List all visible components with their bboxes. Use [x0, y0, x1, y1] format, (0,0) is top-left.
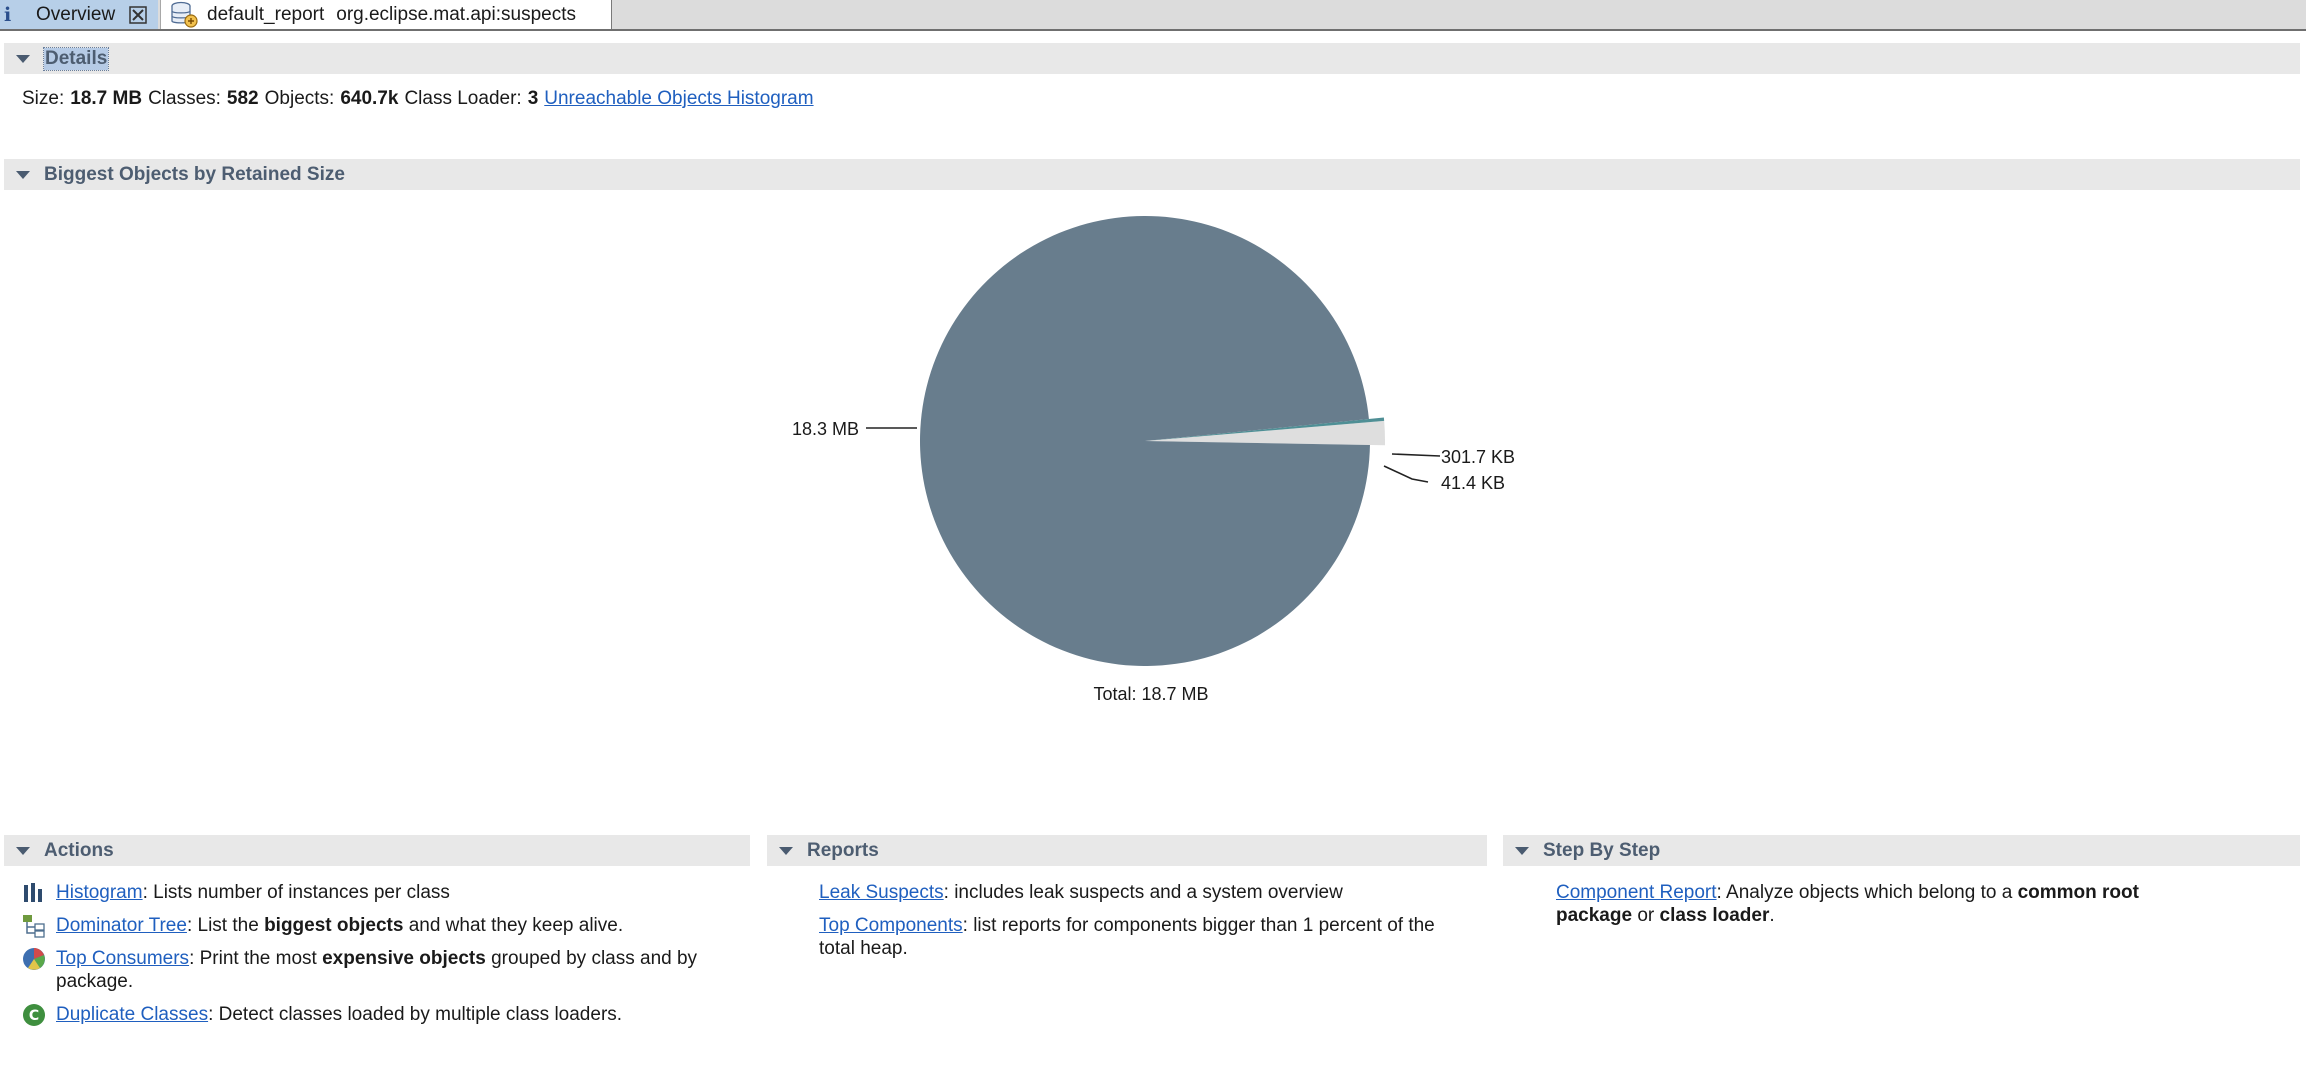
classloader-value: 3	[527, 88, 539, 109]
component-desc-b: or	[1632, 905, 1660, 926]
collapse-triangle-icon[interactable]	[1515, 846, 1529, 855]
details-section-header[interactable]: Details	[4, 43, 2300, 74]
database-report-icon	[171, 1, 198, 28]
collapse-triangle-icon[interactable]	[779, 846, 793, 855]
pie-label-301-7kb: 301.7 KB	[1441, 447, 1515, 467]
tab-report-name: default_report	[207, 3, 325, 25]
actions-section-header[interactable]: Actions	[4, 835, 750, 866]
actions-panel: Histogram: Lists number of instances per…	[22, 881, 722, 1031]
tab-overview[interactable]: i Overview	[0, 0, 158, 29]
svg-text:C: C	[29, 1008, 39, 1024]
step-by-step-title: Step By Step	[1543, 839, 1661, 861]
objects-value: 640.7k	[340, 88, 399, 109]
leader-line-small	[1383, 465, 1429, 483]
step-by-step-section-header[interactable]: Step By Step	[1503, 835, 2300, 866]
tab-overview-label: Overview	[36, 3, 116, 25]
retained-size-pie-chart: 18.3 MB 301.7 KB 41.4 KB Total: 18.7 MB	[792, 216, 1515, 704]
duplicate-desc: : Detect classes loaded by multiple clas…	[208, 1004, 623, 1025]
pie-total-label: Total: 18.7 MB	[1093, 684, 1208, 704]
pie-label-41-4kb: 41.4 KB	[1441, 473, 1505, 493]
dominator-tree-link[interactable]: Dominator Tree	[56, 915, 187, 936]
collapse-triangle-icon[interactable]	[16, 54, 30, 63]
pie-label-18-3mb: 18.3 MB	[792, 419, 859, 439]
close-icon[interactable]	[127, 4, 149, 26]
list-item: Component Report: Analyze objects which …	[1556, 881, 2216, 927]
biggest-objects-title: Biggest Objects by Retained Size	[44, 163, 345, 185]
leak-suspects-link[interactable]: Leak Suspects	[819, 882, 944, 903]
details-summary: Size: 18.7 MB Classes: 582 Objects: 640.7k Cla…	[22, 88, 814, 110]
reports-title: Reports	[807, 839, 879, 861]
component-bold-2: class loader	[1659, 905, 1770, 926]
tab-report-query: org.eclipse.mat.api:suspects	[336, 3, 576, 25]
classes-label: Classes:	[148, 88, 221, 109]
top-consumers-link[interactable]: Top Consumers	[56, 948, 189, 969]
dominator-bold: biggest objects	[264, 915, 404, 936]
duplicate-classes-icon: C	[23, 1004, 45, 1026]
duplicate-classes-link[interactable]: Duplicate Classes	[56, 1004, 208, 1025]
tab-default-report[interactable]: default_report org.eclipse.mat.api:suspe…	[160, 0, 612, 29]
size-label: Size:	[22, 88, 65, 109]
collapse-triangle-icon[interactable]	[16, 170, 30, 179]
classloader-label: Class Loader:	[404, 88, 522, 109]
consumers-bold: expensive objects	[322, 948, 486, 969]
histogram-desc: : Lists number of instances per class	[142, 882, 450, 903]
list-item: Top Components: list reports for compone…	[819, 914, 1459, 960]
biggest-objects-section-header[interactable]: Biggest Objects by Retained Size	[4, 159, 2300, 190]
dominator-tree-icon	[23, 915, 45, 938]
component-desc-a: : Analyze objects which belong to a	[1716, 882, 2018, 903]
collapse-triangle-icon[interactable]	[16, 846, 30, 855]
histogram-link[interactable]: Histogram	[56, 882, 143, 903]
objects-label: Objects:	[264, 88, 335, 109]
editor-tab-bar: i Overview default_report org.eclipse.ma…	[0, 0, 2306, 31]
actions-title: Actions	[44, 839, 114, 861]
leak-desc: : includes leak suspects and a system ov…	[943, 882, 1343, 903]
top-consumers-pie-icon	[23, 948, 45, 970]
info-icon: i	[4, 3, 12, 26]
dominator-desc-a: : List the	[186, 915, 265, 936]
histogram-icon	[24, 883, 42, 902]
size-value: 18.7 MB	[70, 88, 143, 109]
consumers-desc-a: : Print the most	[189, 948, 323, 969]
component-desc-c: .	[1769, 905, 1775, 926]
classes-value: 582	[226, 88, 259, 109]
list-item: Leak Suspects: includes leak suspects an…	[819, 881, 1459, 904]
details-title: Details	[42, 46, 110, 71]
unreachable-objects-histogram-link[interactable]: Unreachable Objects Histogram	[544, 88, 813, 109]
component-report-link[interactable]: Component Report	[1556, 882, 1717, 903]
top-components-link[interactable]: Top Components	[819, 915, 963, 936]
dominator-desc-b: and what they keep alive.	[403, 915, 624, 936]
reports-section-header[interactable]: Reports	[767, 835, 1487, 866]
leader-line-mid	[1391, 453, 1441, 457]
